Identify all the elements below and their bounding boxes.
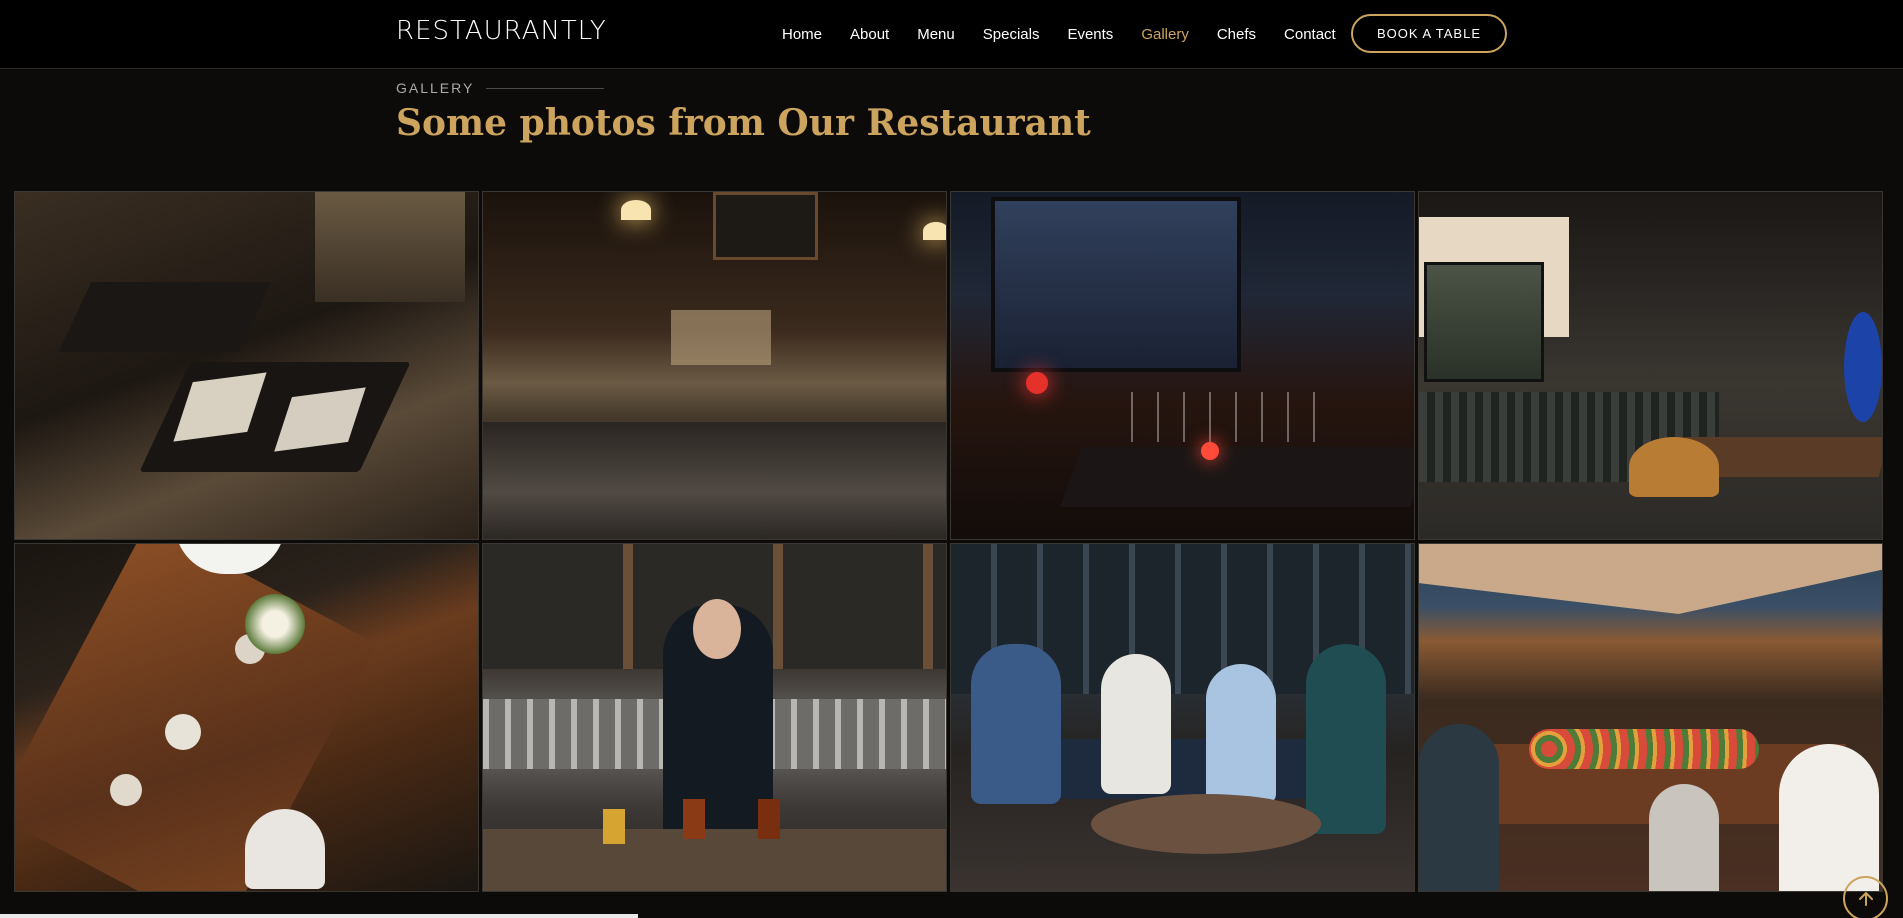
gallery-photo-friends-patio[interactable] bbox=[950, 543, 1415, 892]
nav-chefs[interactable]: Chefs bbox=[1217, 26, 1256, 43]
gallery-photo-bar-shelf-counter[interactable] bbox=[1418, 191, 1883, 540]
back-to-top-button[interactable] bbox=[1843, 876, 1888, 918]
kicker-divider bbox=[486, 87, 605, 89]
gallery-photo-overhead-table-dinner[interactable] bbox=[14, 543, 479, 892]
book-a-table-button[interactable]: BOOK A TABLE bbox=[1351, 14, 1507, 53]
photo-detail bbox=[483, 422, 946, 539]
photo-detail bbox=[1060, 447, 1414, 507]
nav-specials[interactable]: Specials bbox=[983, 26, 1040, 43]
section-kicker: GALLERY bbox=[396, 80, 605, 96]
photo-detail bbox=[603, 809, 625, 844]
nav-events[interactable]: Events bbox=[1067, 26, 1113, 43]
photo-detail bbox=[1091, 794, 1321, 854]
photo-detail bbox=[713, 192, 818, 260]
page-scroll-indicator bbox=[0, 914, 638, 918]
photo-scene bbox=[15, 192, 478, 539]
photo-detail bbox=[991, 197, 1241, 372]
nav-home[interactable]: Home bbox=[782, 26, 822, 43]
photo-detail bbox=[1419, 544, 1882, 614]
photo-detail bbox=[315, 192, 465, 302]
gallery-photo-wine-glasses-table[interactable] bbox=[950, 191, 1415, 540]
photo-detail bbox=[1629, 437, 1719, 497]
gallery-photo-bartender-beer-flight[interactable] bbox=[482, 543, 947, 892]
photo-detail bbox=[758, 799, 780, 839]
photo-detail bbox=[971, 644, 1061, 804]
gallery-photo-pub-interior[interactable] bbox=[482, 191, 947, 540]
photo-detail bbox=[1779, 744, 1879, 891]
photo-detail bbox=[139, 362, 411, 472]
photo-detail bbox=[1649, 784, 1719, 891]
photo-detail bbox=[58, 282, 272, 352]
photo-scene bbox=[951, 192, 1414, 539]
photo-detail bbox=[671, 310, 771, 365]
photo-scene bbox=[1419, 544, 1882, 891]
photo-scene bbox=[15, 544, 478, 891]
nav-about[interactable]: About bbox=[850, 26, 889, 43]
photo-scene bbox=[483, 544, 946, 891]
photo-detail bbox=[165, 714, 201, 750]
photo-detail bbox=[1306, 644, 1386, 834]
gallery-photo-dining-room-tables[interactable] bbox=[14, 191, 479, 540]
arrow-up-icon bbox=[1858, 891, 1873, 906]
section-heading: Some photos from Our Restaurant bbox=[396, 102, 1091, 144]
photo-scene bbox=[483, 192, 946, 539]
nav-gallery[interactable]: Gallery bbox=[1141, 26, 1189, 43]
gallery-photo-outdoor-tent-toast[interactable] bbox=[1418, 543, 1883, 892]
gallery-grid bbox=[14, 191, 1888, 892]
photo-detail bbox=[1131, 392, 1331, 442]
section-kicker-label: GALLERY bbox=[396, 80, 475, 96]
nav-contact[interactable]: Contact bbox=[1284, 26, 1336, 43]
photo-scene bbox=[951, 544, 1414, 891]
photo-detail bbox=[923, 222, 946, 240]
site-header: RESTAURANTLY Home About Menu Specials Ev… bbox=[0, 0, 1903, 69]
photo-detail bbox=[1101, 654, 1171, 794]
photo-detail bbox=[1424, 262, 1544, 382]
photo-scene bbox=[1419, 192, 1882, 539]
photo-detail bbox=[110, 774, 142, 806]
photo-detail bbox=[1206, 664, 1276, 804]
photo-detail bbox=[1201, 442, 1219, 460]
photo-detail bbox=[693, 599, 741, 659]
photo-detail bbox=[483, 829, 946, 891]
photo-detail bbox=[1419, 724, 1499, 891]
logo[interactable]: RESTAURANTLY bbox=[396, 16, 607, 46]
photo-detail bbox=[245, 809, 325, 889]
photo-detail bbox=[245, 594, 305, 654]
photo-detail bbox=[1529, 729, 1759, 769]
nav-menu[interactable]: Menu bbox=[917, 26, 955, 43]
photo-detail bbox=[621, 200, 651, 220]
photo-detail bbox=[683, 799, 705, 839]
main-nav: Home About Menu Specials Events Gallery … bbox=[782, 0, 1364, 68]
photo-detail bbox=[1844, 312, 1882, 422]
photo-detail bbox=[1026, 372, 1048, 394]
